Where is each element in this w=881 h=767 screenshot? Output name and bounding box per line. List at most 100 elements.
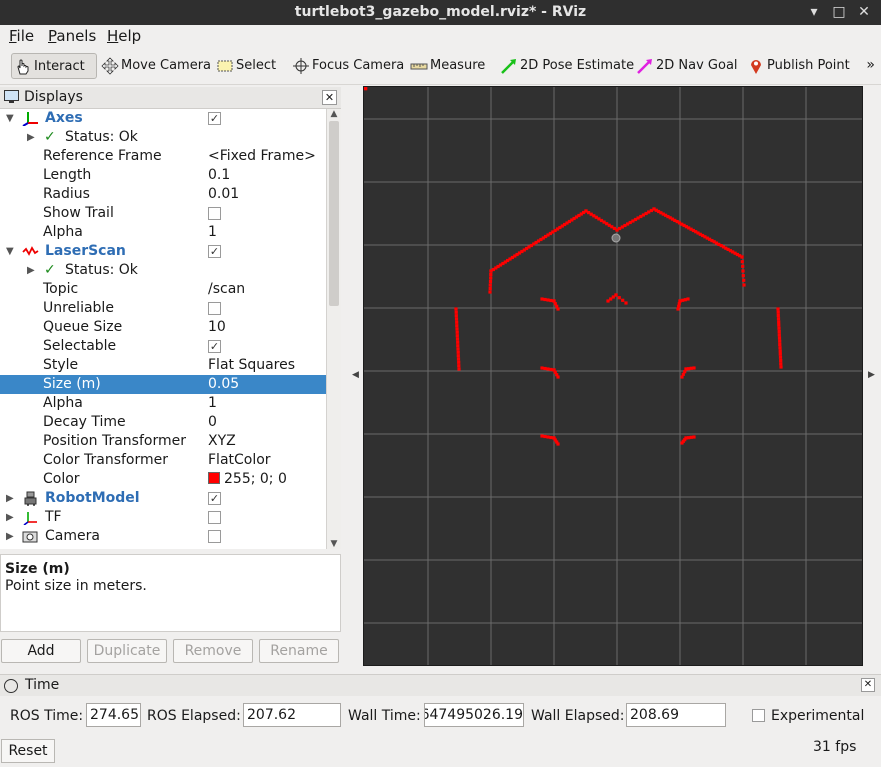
maximize-button[interactable]: □	[829, 3, 849, 21]
toolbar-overflow-button[interactable]: »	[866, 57, 875, 73]
wall-elapsed-label: Wall Elapsed:	[531, 708, 625, 724]
display-row-axes-status[interactable]: ▶ ✓ Status: Ok	[0, 128, 326, 147]
scan-point	[488, 290, 492, 294]
scan-point	[455, 337, 460, 341]
property-row[interactable]: Show Trail	[0, 204, 326, 223]
expand-arrow-icon[interactable]: ▶	[27, 261, 35, 280]
move-camera-tool-button[interactable]: Move Camera	[99, 53, 211, 79]
collapse-arrow-icon[interactable]: ▼	[6, 242, 14, 261]
property-row[interactable]: Radius 0.01	[0, 185, 326, 204]
scan-point	[454, 307, 458, 311]
wall-elapsed-field[interactable]: 208.69	[626, 703, 726, 727]
robotmodel-enabled-checkbox[interactable]: ✓	[208, 492, 221, 505]
scan-point	[546, 367, 550, 371]
expand-arrow-icon[interactable]: ▶	[27, 128, 35, 147]
time-close-button[interactable]: ✕	[861, 678, 875, 692]
scan-point	[549, 367, 553, 372]
scan-point	[456, 354, 460, 358]
ros-elapsed-field[interactable]: 207.62	[243, 703, 341, 727]
property-row-selected[interactable]: Size (m) 0.05	[0, 375, 326, 394]
display-row-tf[interactable]: ▶ TF	[0, 508, 326, 527]
laserscan-enabled-checkbox[interactable]: ✓	[208, 245, 221, 258]
scan-point	[742, 283, 746, 287]
splitter-right-handle-icon[interactable]: ▶	[868, 370, 875, 380]
time-panel-header: Time ✕	[0, 674, 881, 696]
scan-point	[741, 264, 745, 268]
displays-close-button[interactable]: ✕	[322, 90, 337, 105]
measure-tool-button[interactable]: Measure	[408, 53, 485, 79]
unreliable-checkbox[interactable]	[208, 302, 221, 315]
focus-camera-tool-button[interactable]: Focus Camera	[290, 53, 404, 79]
show-trail-checkbox[interactable]	[208, 207, 221, 220]
laser-scan-points	[364, 87, 783, 446]
3d-render-view[interactable]	[363, 86, 863, 666]
fps-readout: 31 fps	[813, 739, 857, 755]
rename-button[interactable]: Rename	[259, 639, 339, 663]
scroll-up-arrow-icon[interactable]: ▲	[327, 109, 341, 119]
axes-enabled-checkbox[interactable]: ✓	[208, 112, 221, 125]
menu-panels[interactable]: Panels	[48, 27, 96, 45]
property-row[interactable]: Position Transformer XYZ	[0, 432, 326, 451]
duplicate-button[interactable]: Duplicate	[87, 639, 167, 663]
scan-point	[556, 307, 560, 311]
close-window-button[interactable]: ✕	[854, 3, 874, 21]
scan-point	[778, 349, 782, 353]
scan-point	[540, 366, 544, 370]
select-tool-button[interactable]: Select	[214, 53, 276, 79]
add-button[interactable]: Add	[1, 639, 81, 663]
ros-time-field[interactable]: 274.65	[86, 703, 141, 727]
tf-enabled-checkbox[interactable]	[208, 511, 221, 524]
menu-file[interactable]: File	[9, 27, 34, 45]
property-row[interactable]: Alpha 1	[0, 394, 326, 413]
property-row[interactable]: Topic/scan	[0, 280, 326, 299]
expand-arrow-icon[interactable]: ▶	[6, 527, 14, 546]
menu-bar: File Panels Help	[0, 25, 881, 47]
scrollbar-thumb[interactable]	[329, 121, 339, 306]
expand-arrow-icon[interactable]: ▶	[6, 508, 14, 527]
displays-scrollbar[interactable]: ▲ ▼	[326, 109, 341, 549]
interact-tool-button[interactable]: Interact	[11, 53, 97, 79]
display-row-camera[interactable]: ▶ Camera	[0, 527, 326, 546]
scan-point	[740, 255, 744, 259]
scan-point	[776, 313, 780, 317]
property-row[interactable]: Reference Frame <Fixed Frame>	[0, 147, 326, 166]
scroll-down-arrow-icon[interactable]: ▼	[327, 539, 341, 549]
minimize-button[interactable]: ▾	[804, 3, 824, 21]
display-row-laserscan-status[interactable]: ▶ ✓ Status: Ok	[0, 261, 326, 280]
publish-point-tool-button[interactable]: Publish Point	[745, 53, 850, 79]
menu-help[interactable]: Help	[107, 27, 141, 45]
check-mark-icon: ✓	[44, 262, 56, 278]
scan-point	[540, 297, 544, 301]
scan-point	[686, 297, 690, 301]
property-row[interactable]: Color Transformer FlatColor	[0, 451, 326, 470]
splitter-left-handle-icon[interactable]: ◀	[352, 370, 359, 380]
experimental-checkbox[interactable]	[752, 709, 765, 722]
property-row[interactable]: Color 255; 0; 0	[0, 470, 326, 489]
property-row[interactable]: Queue Size 10	[0, 318, 326, 337]
property-row[interactable]: Unreliable	[0, 299, 326, 318]
property-row[interactable]: Alpha 1	[0, 223, 326, 242]
property-row[interactable]: Decay Time 0	[0, 413, 326, 432]
property-row[interactable]: Selectable ✓	[0, 337, 326, 356]
property-row[interactable]: Length 0.1	[0, 166, 326, 185]
camera-enabled-checkbox[interactable]	[208, 530, 221, 543]
color-swatch[interactable]	[208, 472, 220, 484]
expand-arrow-icon[interactable]: ▶	[6, 489, 14, 508]
collapse-arrow-icon[interactable]: ▼	[6, 109, 14, 128]
remove-button[interactable]: Remove	[173, 639, 253, 663]
display-row-axes[interactable]: ▼ Axes ✓	[0, 109, 326, 128]
display-row-laserscan[interactable]: ▼ LaserScan ✓	[0, 242, 326, 261]
scan-point	[778, 342, 782, 346]
display-row-robotmodel[interactable]: ▶ RobotModel ✓	[0, 489, 326, 508]
select-rect-icon	[217, 60, 233, 71]
pose-estimate-tool-button[interactable]: 2D Pose Estimate	[498, 53, 634, 79]
wall-time-field[interactable]: 647495026.19	[424, 703, 524, 727]
selectable-checkbox[interactable]: ✓	[208, 340, 221, 353]
scan-point	[543, 366, 547, 371]
scan-point	[456, 344, 460, 348]
property-row[interactable]: Style Flat Squares	[0, 356, 326, 375]
render-canvas[interactable]	[364, 87, 863, 666]
scan-point	[778, 339, 782, 343]
nav-goal-tool-button[interactable]: 2D Nav Goal	[634, 53, 738, 79]
reset-button[interactable]: Reset	[1, 739, 55, 763]
